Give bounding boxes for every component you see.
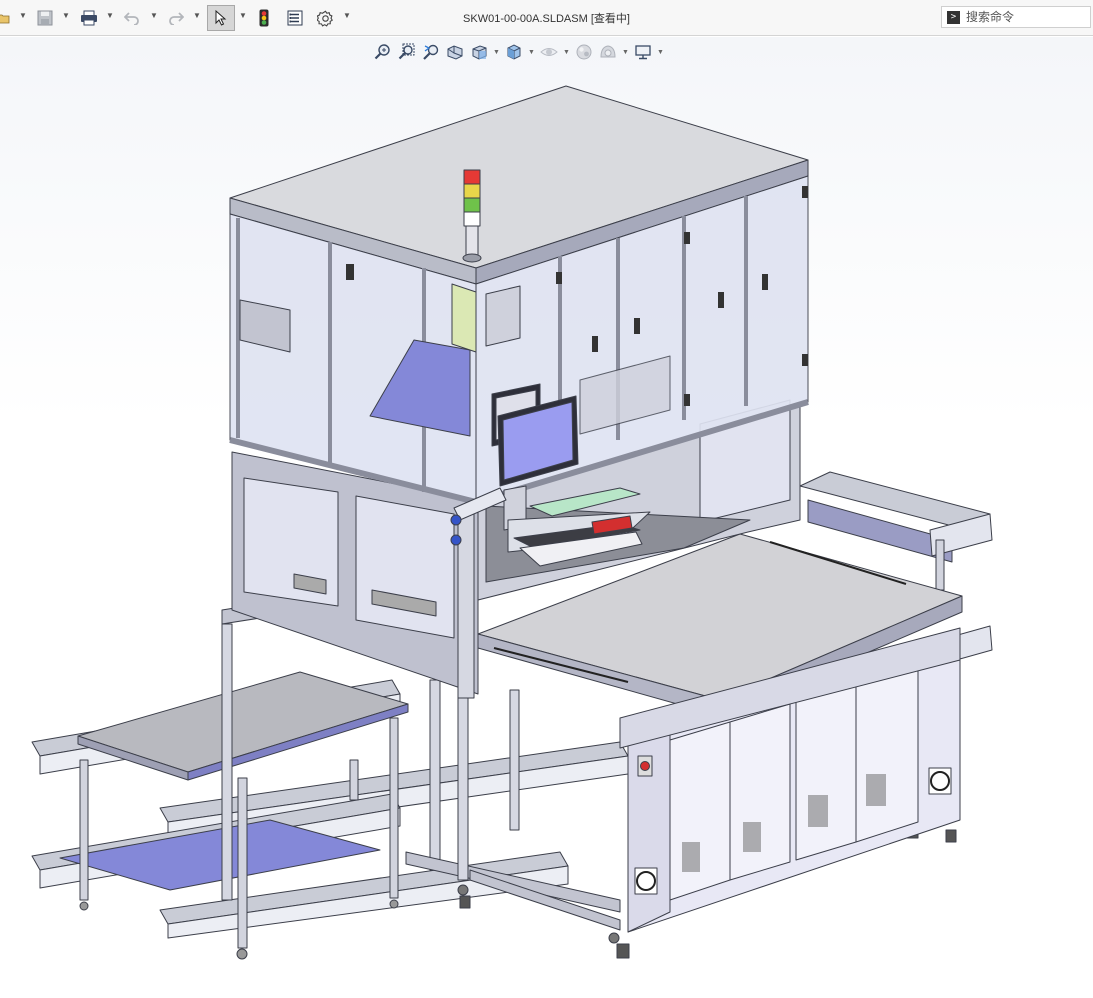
assembly-model-view[interactable]	[0, 37, 1093, 998]
emergency-stop-button	[640, 761, 650, 771]
search-commands-box[interactable]: >	[941, 6, 1091, 28]
save-dropdown-icon[interactable]: ▼	[62, 11, 70, 20]
print-icon[interactable]	[77, 6, 101, 30]
undo-dropdown-icon[interactable]: ▼	[150, 11, 158, 20]
file-properties-icon[interactable]	[284, 6, 306, 30]
save-icon[interactable]	[34, 6, 56, 30]
search-commands-input[interactable]	[966, 10, 1081, 24]
undo-icon[interactable]	[121, 6, 143, 30]
open-icon[interactable]	[0, 6, 12, 30]
command-prompt-icon: >	[947, 10, 960, 24]
redo-icon[interactable]	[165, 6, 187, 30]
left-conveyor-module	[31, 671, 629, 960]
rebuild-icon[interactable]	[254, 6, 274, 30]
select-dropdown-icon[interactable]: ▼	[239, 11, 247, 20]
open-dropdown-icon[interactable]: ▼	[19, 11, 27, 20]
graphics-area[interactable]: ▼ ▼ ▼ ▼ ▼	[0, 37, 1093, 998]
print-dropdown-icon[interactable]: ▼	[106, 11, 114, 20]
options-dropdown-icon[interactable]: ▼	[343, 11, 351, 20]
redo-dropdown-icon[interactable]: ▼	[193, 11, 201, 20]
title-bar: ▼ ▼ ▼ ▼ ▼ ▼ ▼ SKW01-00-00A.SLDASM [查看中] …	[0, 0, 1093, 36]
options-icon[interactable]	[314, 6, 336, 30]
select-icon[interactable]	[207, 5, 235, 31]
stack-light	[462, 169, 482, 263]
document-title: SKW01-00-00A.SLDASM [查看中]	[463, 13, 630, 25]
